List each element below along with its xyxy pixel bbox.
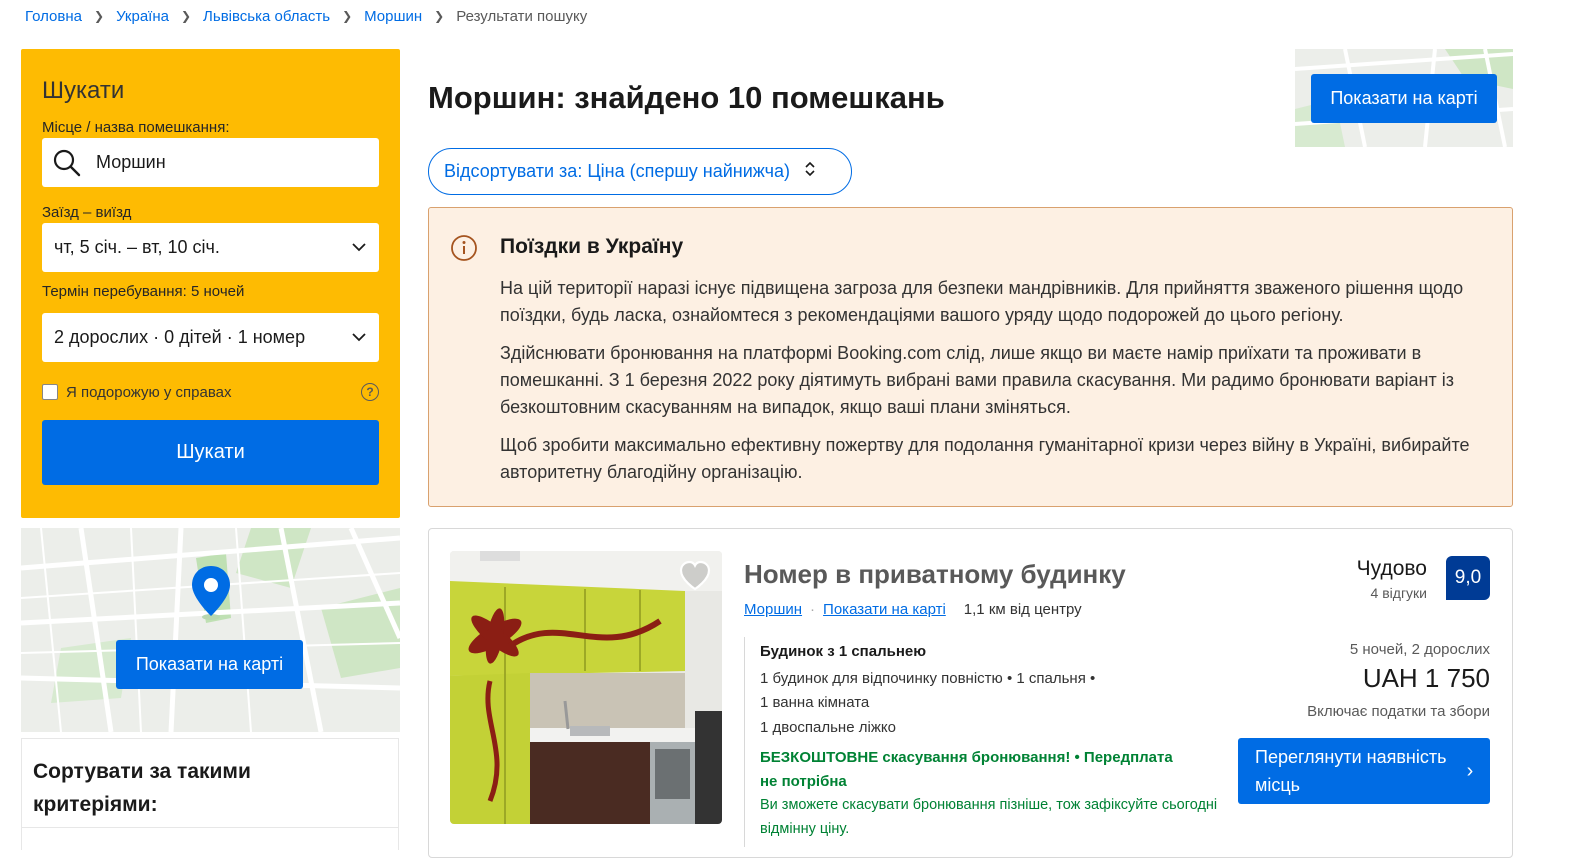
breadcrumb: Головна ❯ Україна ❯ Львівська область ❯ … (25, 6, 587, 26)
sort-criteria-panel: Сортувати за такими критеріями: (21, 738, 399, 850)
alert-paragraph: На цій території наразі існує підвищена … (500, 278, 1464, 325)
alert-title: Поїздки в Україну (500, 235, 684, 258)
chevron-right-icon: ❯ (342, 9, 353, 23)
search-panel: Шукати Місце / назва помешкання: Моршин … (21, 49, 400, 518)
property-location: Моршин · Показати на карті 1,1 км від це… (744, 601, 1082, 618)
review-score[interactable]: 9,0 (1446, 556, 1490, 600)
chevron-down-icon (339, 333, 379, 342)
city-link[interactable]: Моршин (744, 601, 802, 618)
travel-alert: Поїздки в Україну На цій території нараз… (428, 207, 1513, 507)
sidebar-map[interactable] (21, 528, 400, 732)
destination-value: Моршин (96, 152, 166, 172)
sort-label: Відсортувати за: Ціна (спершу найнижча) (444, 161, 791, 181)
search-title: Шукати (42, 77, 125, 104)
search-button[interactable]: Шукати (42, 420, 379, 485)
breadcrumb-city[interactable]: Моршин (364, 8, 422, 25)
free-cancellation: не потрібна (760, 773, 847, 790)
room-type: Будинок з 1 спальнею (760, 643, 927, 660)
dates-field[interactable]: чт, 5 січ. – вт, 10 січ. (42, 223, 379, 272)
breadcrumb-region[interactable]: Львівська область (203, 8, 330, 25)
business-travel-row: Я подорожую у справах ? (42, 380, 379, 404)
room-desc: 1 будинок для відпочинку повністю • 1 сп… (760, 670, 1096, 687)
see-availability-label: Переглянути наявність місць (1255, 747, 1447, 795)
sort-arrows-icon (804, 161, 816, 182)
rating-word: Чудово (1356, 557, 1427, 580)
chevron-right-icon: ❯ (94, 9, 105, 23)
property-name[interactable]: Номер в приватному будинку (744, 559, 1126, 590)
divider (744, 637, 745, 847)
map-background (21, 528, 400, 732)
review-count[interactable]: 4 відгуки (1371, 585, 1427, 601)
show-on-map-link[interactable]: Показати на карті (823, 601, 946, 618)
property-card: Номер в приватному будинку Моршин · Пока… (428, 528, 1513, 858)
chevron-right-icon: ❯ (434, 9, 445, 23)
alert-paragraph: Щоб зробити максимально ефективну пожерт… (500, 435, 1470, 482)
free-cancellation: БЕЗКОШТОВНЕ скасування бронювання! • Пер… (760, 749, 1173, 766)
breadcrumb-country[interactable]: Україна (116, 8, 169, 25)
guests-field[interactable]: 2 дорослих · 0 дітей · 1 номер (42, 313, 379, 362)
room-desc: 1 двоспальне ліжко (760, 719, 896, 736)
divider (22, 827, 398, 828)
chevron-right-icon: › (1466, 760, 1474, 782)
dates-value: чт, 5 січ. – вт, 10 січ. (54, 237, 220, 257)
dates-label: Заїзд – виїзд (42, 204, 132, 221)
question-icon[interactable]: ? (361, 383, 379, 401)
price: UAH 1 750 (1362, 663, 1490, 693)
separator: · (810, 601, 816, 618)
destination-label: Місце / назва помешкання: (42, 119, 230, 136)
room-desc: 1 ванна кімната (760, 694, 870, 711)
info-icon (450, 234, 478, 267)
chevron-down-icon (339, 243, 379, 252)
sort-criteria-title: Сортувати за такими критеріями: (33, 760, 251, 816)
guests-value: 2 дорослих · 0 дітей · 1 номер (54, 327, 306, 347)
see-availability-button[interactable]: Переглянути наявність місць › (1238, 738, 1490, 804)
cancellation-note: Ви зможете скасувати бронювання пізніше,… (760, 797, 1218, 837)
page-title: Моршин: знайдено 10 помешкань (428, 80, 945, 115)
taxes-note: Включає податки та збори (1307, 703, 1490, 720)
chevron-right-icon: ❯ (180, 9, 192, 23)
stay-summary: 5 ночей, 2 дорослих (1349, 641, 1490, 658)
destination-input[interactable]: Моршин (42, 138, 379, 187)
sidebar-show-on-map-button[interactable]: Показати на карті (116, 640, 303, 689)
business-travel-checkbox[interactable] (42, 384, 58, 400)
business-travel-label[interactable]: Я подорожую у справах (66, 384, 231, 401)
top-show-on-map-button[interactable]: Показати на карті (1311, 74, 1497, 123)
sort-dropdown[interactable]: Відсортувати за: Ціна (спершу найнижча) (428, 148, 852, 195)
alert-paragraph: Здійснювати бронювання на платформі Book… (500, 343, 1454, 417)
breadcrumb-home[interactable]: Головна (25, 8, 82, 25)
search-icon (42, 148, 82, 178)
map-pin-icon (192, 566, 230, 620)
stay-length: Термін перебування: 5 ночей (42, 283, 245, 300)
distance: 1,1 км від центру (963, 601, 1082, 618)
breadcrumb-current: Результати пошуку (456, 7, 588, 25)
heart-icon[interactable] (678, 560, 712, 597)
